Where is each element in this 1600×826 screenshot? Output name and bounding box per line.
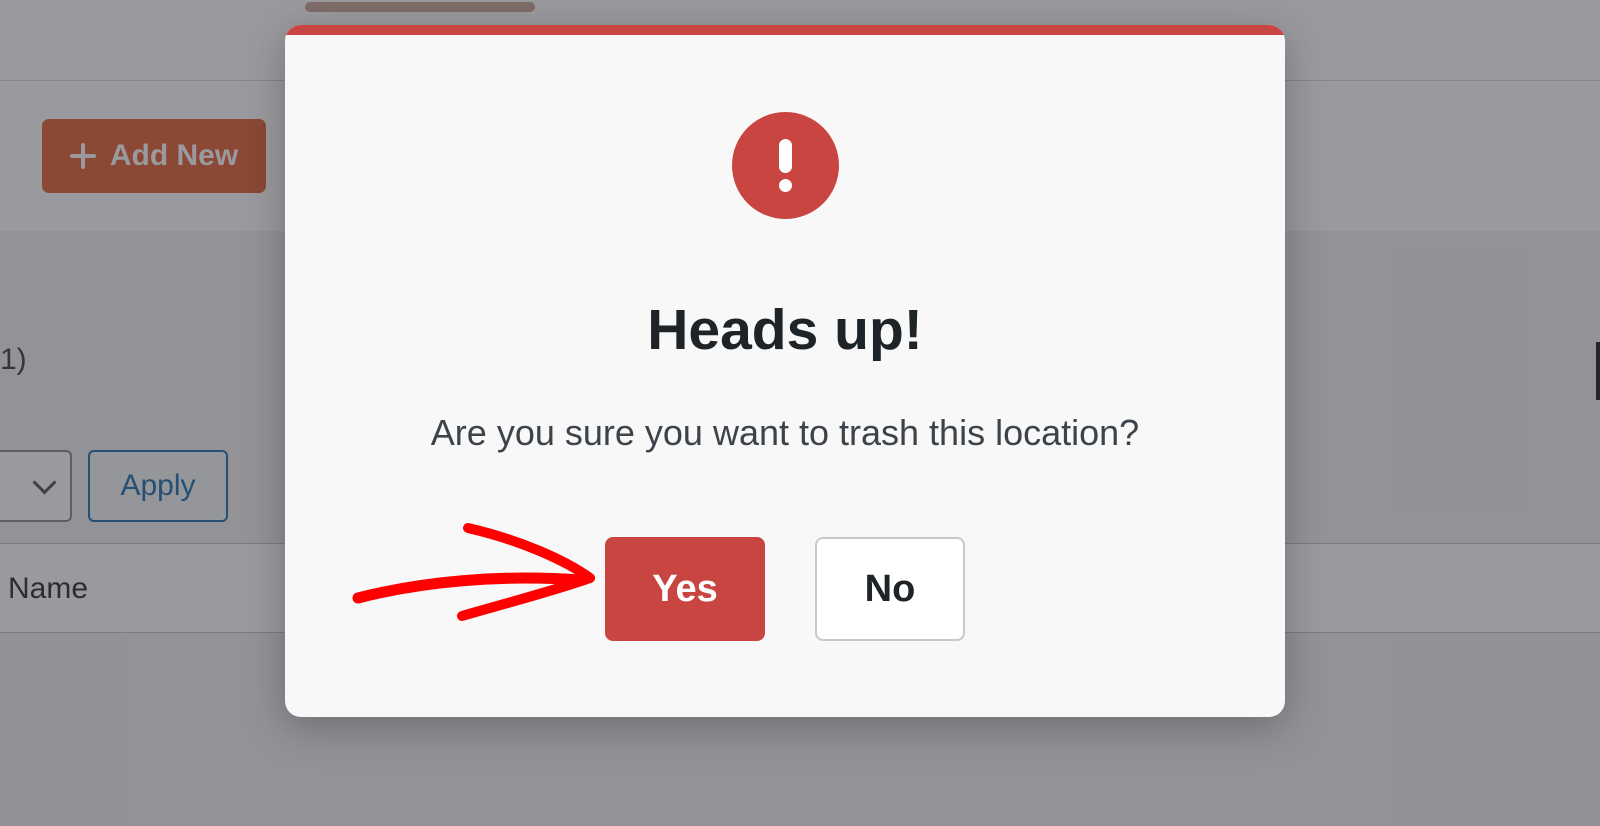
yes-button[interactable]: Yes [605, 537, 765, 641]
no-button[interactable]: No [815, 537, 965, 641]
page: Add New 1) Apply Name Heads up! Are you … [0, 0, 1600, 826]
dialog-title: Heads up! [647, 298, 923, 362]
dialog-accent-bar [285, 25, 1285, 35]
dialog-message: Are you sure you want to trash this loca… [430, 412, 1140, 453]
exclamation-alert-icon [732, 112, 839, 219]
annotation-arrow-icon [352, 523, 595, 621]
